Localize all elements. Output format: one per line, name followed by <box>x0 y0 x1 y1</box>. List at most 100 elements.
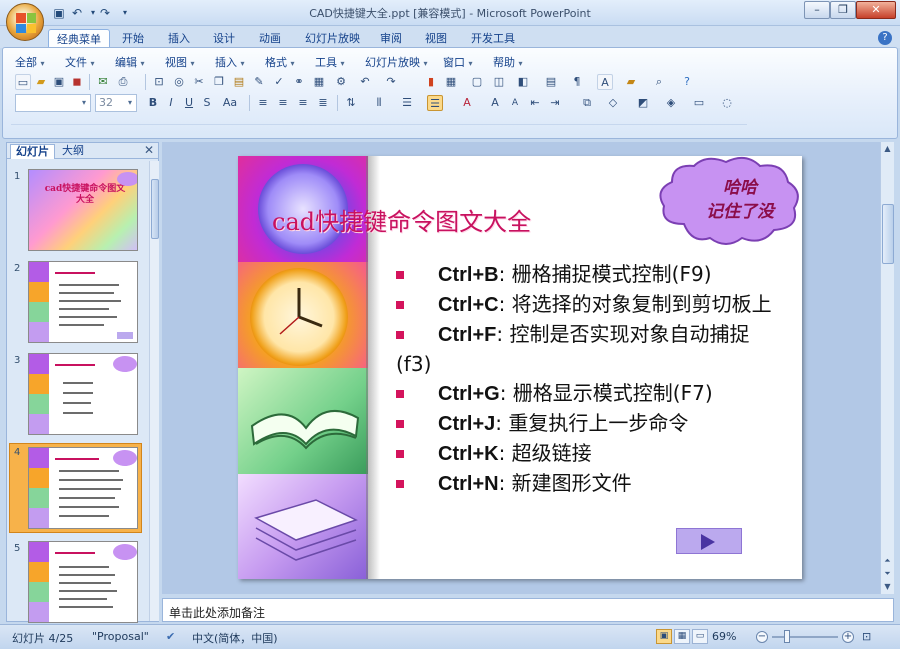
menu-help[interactable]: 帮助 ▾ <box>493 54 523 70</box>
next-slide-icon[interactable]: ⏷ <box>881 567 894 580</box>
align-left-icon[interactable]: ≡ <box>255 95 271 111</box>
slide-thumbnail-2[interactable] <box>28 261 138 343</box>
research-icon[interactable]: ◎ <box>171 74 187 90</box>
help-icon[interactable]: ? <box>878 31 892 45</box>
menu-all[interactable]: 全部 ▾ <box>15 54 45 70</box>
shadow-icon[interactable]: S <box>199 95 215 111</box>
quick-styles-icon[interactable]: ◩ <box>635 95 651 111</box>
format-icon[interactable]: ⚙ <box>333 74 349 90</box>
redo-icon[interactable]: ↷ <box>383 74 399 90</box>
menu-insert[interactable]: 插入 ▾ <box>215 54 245 70</box>
font-color-icon[interactable]: A <box>459 95 475 111</box>
help-icon[interactable]: ? <box>679 74 695 90</box>
normal-view-button[interactable]: ▣ <box>656 629 672 644</box>
scroll-up-icon[interactable]: ▲ <box>881 142 894 155</box>
print-preview-icon[interactable]: ⊡ <box>151 74 167 90</box>
zoom-slider-track[interactable] <box>772 636 838 638</box>
italic-icon[interactable]: I <box>163 95 179 111</box>
shape-fill-icon[interactable]: ◈ <box>663 95 679 111</box>
slide-thumbnail-1[interactable]: cad快捷键命令图文大全 <box>28 169 138 251</box>
undo-icon[interactable]: ↶ <box>70 6 84 20</box>
color-grayscale-icon[interactable]: ◧ <box>515 74 531 90</box>
underline-icon[interactable]: U <box>181 95 197 111</box>
restore-button[interactable]: ❐ <box>830 1 856 19</box>
notes-placeholder[interactable]: 单击此处添加备注 <box>169 604 265 621</box>
bullets-icon[interactable]: ☰ <box>427 95 443 111</box>
spellcheck-icon[interactable]: ✔ <box>166 630 175 643</box>
bold-icon[interactable]: B <box>145 95 161 111</box>
zoom-level[interactable]: 69% <box>712 630 736 643</box>
tab-classic-menu[interactable]: 经典菜单 <box>48 29 110 48</box>
decrease-indent-icon[interactable]: ⇤ <box>527 95 543 111</box>
notes-pane[interactable]: 单击此处添加备注 <box>162 598 894 622</box>
zoom-icon[interactable]: ⌕ <box>651 74 667 90</box>
tab-home[interactable]: 开始 <box>114 29 152 48</box>
numbering-icon[interactable]: ☰ <box>399 95 415 111</box>
tab-design[interactable]: 设计 <box>205 29 243 48</box>
menu-edit[interactable]: 编辑 ▾ <box>115 54 145 70</box>
save-icon[interactable]: ▣ <box>51 74 67 90</box>
text-direction-icon[interactable]: ⇅ <box>343 95 359 111</box>
show-formatting-icon[interactable]: ¶ <box>569 74 585 90</box>
redo-icon[interactable]: ↷ <box>98 6 112 20</box>
permission-icon[interactable]: ◼ <box>69 74 85 90</box>
arrange-icon[interactable]: ⧉ <box>579 95 595 111</box>
tab-developer[interactable]: 开发工具 <box>463 29 523 48</box>
customize-qat-icon[interactable]: ▾ <box>118 6 132 20</box>
text-box-icon[interactable]: A <box>597 74 613 90</box>
close-button[interactable]: ✕ <box>856 1 896 19</box>
spelling-icon[interactable]: ✓ <box>271 74 287 90</box>
editor-scrollbar[interactable]: ▲ ⏶ ⏷ ▼ <box>880 142 894 594</box>
menu-file[interactable]: 文件 ▾ <box>65 54 95 70</box>
scrollbar-thumb[interactable] <box>151 179 159 239</box>
scroll-down-icon[interactable]: ▼ <box>881 580 894 593</box>
columns-icon[interactable]: ⫴ <box>371 95 387 111</box>
open-folder-icon[interactable]: ▰ <box>33 74 49 90</box>
new-slide-icon[interactable]: ▢ <box>469 74 485 90</box>
justify-icon[interactable]: ≣ <box>315 95 331 111</box>
insert-table-icon[interactable]: ▦ <box>443 74 459 90</box>
scrollbar-thumb[interactable] <box>882 204 894 264</box>
next-action-button[interactable] <box>676 528 742 554</box>
menu-window[interactable]: 窗口 ▾ <box>443 54 473 70</box>
zoom-in-icon[interactable]: + <box>842 631 854 643</box>
table-icon[interactable]: ▦ <box>311 74 327 90</box>
shapes-icon[interactable]: ◇ <box>605 95 621 111</box>
slide-thumbnail-3[interactable] <box>28 353 138 435</box>
menu-slideshow[interactable]: 幻灯片放映 ▾ <box>365 54 428 70</box>
align-center-icon[interactable]: ≡ <box>275 95 291 111</box>
slide-design-icon[interactable]: ◫ <box>491 74 507 90</box>
slides-pane-scrollbar[interactable] <box>149 161 159 621</box>
tab-slides[interactable]: 幻灯片 <box>10 144 55 159</box>
slide-thumbnail-4[interactable] <box>28 447 138 529</box>
slide-thumbnail-5[interactable] <box>28 541 138 623</box>
close-icon[interactable]: ✕ <box>144 143 154 157</box>
menu-view[interactable]: 视图 ▾ <box>165 54 195 70</box>
office-button[interactable] <box>6 3 44 41</box>
font-size-combo[interactable]: 32 ▾ <box>95 94 137 112</box>
tab-review[interactable]: 审阅 <box>372 29 410 48</box>
save-icon[interactable]: ▣ <box>52 6 66 20</box>
increase-indent-icon[interactable]: ⇥ <box>547 95 563 111</box>
cut-icon[interactable]: ✂ <box>191 74 207 90</box>
undo-icon[interactable]: ↶ <box>357 74 373 90</box>
decrease-font-icon[interactable]: A <box>507 95 523 111</box>
font-name-combo[interactable]: ▾ <box>15 94 91 112</box>
folder-icon[interactable]: ▰ <box>623 74 639 90</box>
shape-effects-icon[interactable]: ◌ <box>719 95 735 111</box>
increase-font-icon[interactable]: A <box>487 95 503 111</box>
previous-slide-icon[interactable]: ⏶ <box>881 554 894 567</box>
shape-outline-icon[interactable]: ▭ <box>691 95 707 111</box>
minimize-button[interactable]: – <box>804 1 830 19</box>
expand-all-icon[interactable]: ▤ <box>543 74 559 90</box>
chart-icon[interactable]: ▮ <box>423 74 439 90</box>
align-right-icon[interactable]: ≡ <box>295 95 311 111</box>
change-case-icon[interactable]: Aa <box>217 95 243 111</box>
paste-icon[interactable]: ▤ <box>231 74 247 90</box>
format-painter-icon[interactable]: ✎ <box>251 74 267 90</box>
tab-outline[interactable]: 大纲 <box>57 144 89 159</box>
tab-view[interactable]: 视图 <box>417 29 455 48</box>
menu-format[interactable]: 格式 ▾ <box>265 54 295 70</box>
slide-title[interactable]: cad快捷键命令图文大全 <box>272 202 531 237</box>
slide-canvas[interactable]: cad快捷键命令图文大全 哈哈 记住了没 Ctrl+B: 栅格捕捉模式控制(F9… <box>238 156 802 579</box>
